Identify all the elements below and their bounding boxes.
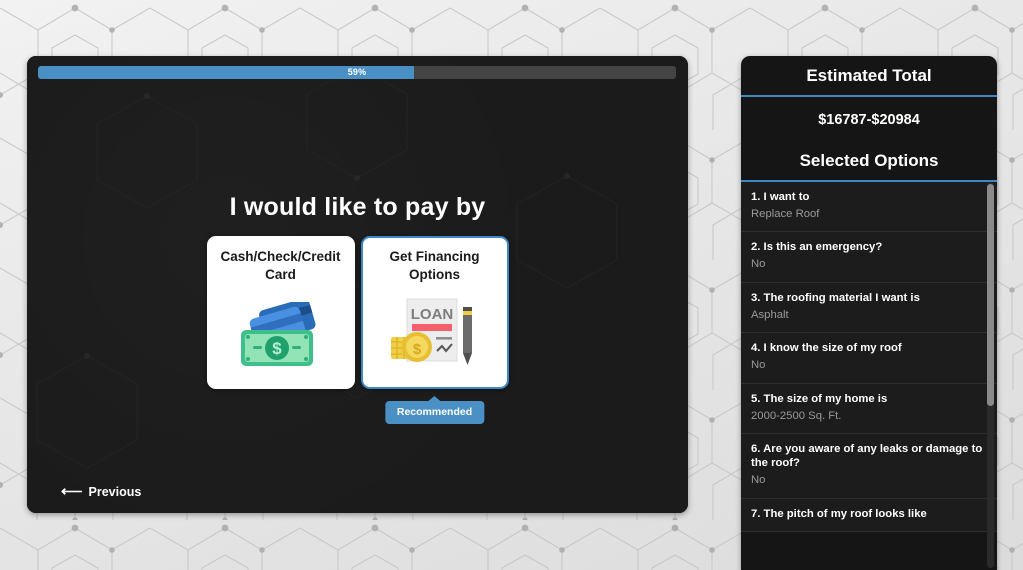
list-item[interactable]: 7. The pitch of my roof looks like [741, 498, 997, 533]
list-item-question: 3. The roofing material I want is [751, 291, 920, 304]
list-item-question: 6. Are you aware of any leaks or damage … [751, 443, 983, 470]
progress-bar: 59% [38, 66, 676, 79]
arrow-left-icon: ⟵ [61, 483, 83, 500]
svg-text:$: $ [412, 341, 421, 358]
list-item-answer: 2000-2500 Sq. Ft. [751, 409, 842, 422]
list-scrollbar-thumb[interactable] [987, 184, 994, 406]
list-item[interactable]: 1. I want to Replace Roof [741, 182, 997, 233]
progress-percent-label: 59% [347, 67, 367, 77]
option-card-label: Cash/Check/Credit Card [220, 249, 341, 282]
estimate-sidebar: Estimated Total $16787-$20984 Selected O… [741, 56, 997, 570]
list-item-answer: Asphalt [751, 308, 789, 321]
page-title: I would like to pay by [229, 193, 486, 221]
list-item-answer: Replace Roof [751, 207, 820, 220]
previous-button[interactable]: ⟵ Previous [61, 484, 141, 499]
list-item[interactable]: 4. I know the size of my roof No [741, 333, 997, 384]
option-cards-row: Cash/Check/Credit Card $ Get Financing O… [27, 236, 688, 424]
svg-text:$: $ [272, 339, 282, 358]
previous-button-label: Previous [88, 484, 142, 499]
main-question-panel: 59% I would like to pay by Cash/Check/Cr… [27, 56, 688, 513]
list-item-question: 4. I know the size of my roof [751, 342, 902, 355]
list-item[interactable]: 3. The roofing material I want is Asphal… [741, 282, 997, 334]
option-card-cash-check-credit-card[interactable]: Cash/Check/Credit Card $ [206, 236, 355, 389]
option-card-label: Get Financing Options [389, 249, 480, 282]
selected-options-list: 1. I want to Replace Roof 2. Is this an … [741, 182, 997, 568]
list-item-question: 7. The pitch of my roof looks like [751, 507, 927, 520]
cash-credit-card-icon: $ [209, 283, 353, 387]
list-item[interactable]: 5. The size of my home is 2000-2500 Sq. … [741, 383, 997, 435]
estimated-total-header: Estimated Total [741, 56, 997, 97]
list-item[interactable]: 2. Is this an emergency? No [741, 232, 997, 283]
main-panel-background: 59% I would like to pay by Cash/Check/Cr… [27, 56, 688, 513]
list-item-answer: No [751, 473, 766, 486]
list-item[interactable]: 6. Are you aware of any leaks or damage … [741, 434, 997, 499]
list-scrollbar[interactable] [987, 182, 994, 568]
list-item-question: 1. I want to [751, 191, 810, 203]
loan-document-coins-pen-icon: LOAN $ [363, 283, 507, 387]
option-card-get-financing-options[interactable]: Get Financing Options LOAN $ Recommended [360, 236, 509, 424]
estimated-total-amount: $16787-$20984 [818, 111, 920, 128]
recommended-badge: Recommended [384, 401, 485, 424]
selected-options-header: Selected Options [741, 142, 997, 182]
list-item-question: 5. The size of my home is [751, 392, 888, 405]
list-item-answer: No [751, 359, 766, 372]
list-item-question: 2. Is this an emergency? [751, 241, 883, 254]
list-item-answer: No [751, 258, 766, 271]
svg-text:LOAN: LOAN [410, 306, 453, 323]
